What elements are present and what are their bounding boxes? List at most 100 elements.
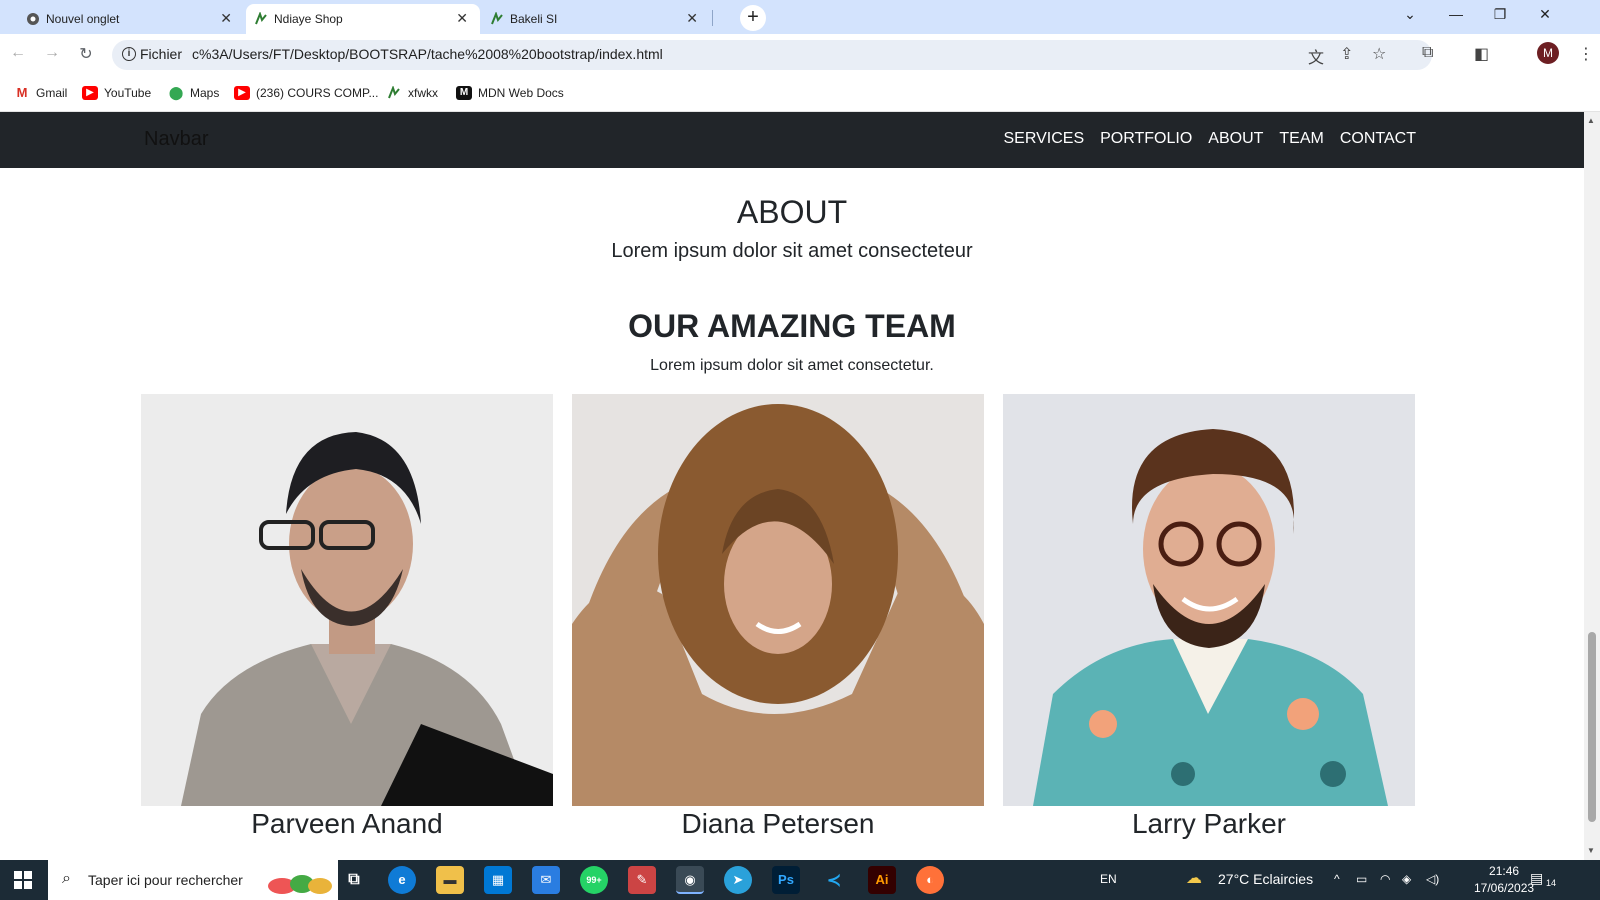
team-member-photo [572, 394, 984, 806]
taskbar-search-box[interactable]: ⌕ Taper ici pour rechercher [48, 860, 338, 900]
nav-link-services[interactable]: SERVICES [1003, 130, 1084, 148]
tab-bakeli[interactable]: Bakeli SI ✕ [482, 4, 710, 34]
windows-start-icon[interactable] [14, 871, 32, 889]
about-subtitle: Lorem ipsum dolor sit amet consecteteur [611, 240, 973, 262]
firefox-icon[interactable]: ◐ [916, 866, 944, 894]
close-tab-icon[interactable]: ✕ [686, 10, 698, 27]
volume-icon[interactable]: ◁) [1426, 872, 1439, 886]
page-viewport: Navbar SERVICES PORTFOLIO ABOUT TEAM CON… [0, 112, 1584, 860]
team-member-name: Parveen Anand [251, 808, 443, 839]
team-member-name: Larry Parker [1131, 808, 1287, 839]
page-scrollbar[interactable]: ▲ ▼ [1584, 112, 1600, 860]
telegram-icon[interactable]: ➤ [724, 866, 752, 894]
mdn-icon: M [456, 86, 472, 100]
nav-link-contact[interactable]: CONTACT [1340, 130, 1416, 148]
battery-icon[interactable]: ▭ [1356, 872, 1367, 886]
task-view-icon[interactable]: ⧉ [340, 866, 368, 894]
bookmark-mdn[interactable]: M MDN Web Docs [456, 86, 564, 100]
scroll-up-icon[interactable]: ▲ [1587, 116, 1595, 125]
close-tab-icon[interactable]: ✕ [220, 10, 232, 27]
browser-toolbar: ← → ↻ i Fichier c%3A/Users/FT/Desktop/BO… [0, 34, 1600, 76]
microsoft-store-icon[interactable]: ▦ [484, 866, 512, 894]
address-bar[interactable]: i Fichier c%3A/Users/FT/Desktop/BOOTSRAP… [112, 40, 1432, 70]
close-window-icon[interactable]: ✕ [1535, 6, 1555, 23]
clock-date: 17/06/2023 [1474, 881, 1535, 895]
bookmark-xfwkx[interactable]: xfwkx [386, 86, 438, 100]
whatsapp-icon[interactable]: 99+ [580, 866, 608, 894]
edge-icon[interactable]: e [388, 866, 416, 894]
bookmarks-bar: M Gmail ▶ YouTube ⬤ Maps ▶ (236) COURS C… [0, 76, 1600, 112]
team-member-name: Diana Petersen [681, 808, 875, 839]
nav-link-portfolio[interactable]: PORTFOLIO [1100, 130, 1192, 148]
share-icon[interactable]: ⇪ [1340, 44, 1353, 64]
side-panel-icon[interactable]: ◧ [1474, 44, 1489, 64]
team-heading: OUR AMAZING TEAM [628, 308, 956, 344]
gmail-icon: M [16, 85, 28, 100]
bookmark-star-icon[interactable]: ☆ [1372, 44, 1386, 64]
minimize-icon[interactable]: — [1446, 6, 1466, 22]
bookmark-cours[interactable]: ▶ (236) COURS COMP... [234, 86, 378, 100]
youtube-icon: ▶ [234, 86, 250, 100]
vscode-icon[interactable]: ≺ [820, 866, 848, 894]
address-url[interactable]: c%3A/Users/FT/Desktop/BOOTSRAP/tache%200… [192, 46, 663, 62]
scroll-down-icon[interactable]: ▼ [1587, 846, 1595, 855]
tab-title: Bakeli SI [510, 12, 558, 26]
language-indicator[interactable]: EN [1100, 872, 1117, 886]
site-navbar: Navbar SERVICES PORTFOLIO ABOUT TEAM CON… [0, 112, 1584, 168]
taskbar-clock[interactable]: 21:46 17/06/2023 [1474, 863, 1534, 897]
portrait-woman-curly-hair-image [572, 394, 984, 806]
taskbar-search-placeholder: Taper ici pour rechercher [88, 872, 243, 888]
team-member-card: Diana Petersen [572, 394, 984, 840]
bookmark-label: Maps [190, 86, 220, 100]
site-favicon-icon [255, 12, 267, 25]
whatsapp-badge: 99+ [586, 875, 602, 885]
bookmark-label: MDN Web Docs [478, 86, 564, 100]
tab-strip: Nouvel onglet ✕ Ndiaye Shop ✕ Bakeli SI … [0, 0, 1600, 34]
tray-chevron-icon[interactable]: ^ [1334, 872, 1340, 886]
bookmark-youtube[interactable]: ▶ YouTube [82, 86, 151, 100]
mail-icon[interactable]: ✉ [532, 866, 560, 894]
close-tab-icon[interactable]: ✕ [456, 10, 468, 27]
site-favicon-icon [388, 86, 400, 99]
scrollbar-thumb[interactable] [1588, 632, 1596, 822]
back-icon[interactable]: ← [8, 44, 28, 62]
clock-time: 21:46 [1489, 864, 1520, 878]
team-member-card: Larry Parker [1003, 394, 1415, 840]
profile-avatar[interactable]: M [1537, 42, 1559, 64]
forward-icon[interactable]: → [42, 44, 62, 62]
meet-now-icon[interactable]: ◈ [1402, 872, 1411, 886]
translate-icon[interactable]: 文 [1308, 44, 1324, 68]
photoshop-icon[interactable]: Ps [772, 866, 800, 894]
bookmark-label: (236) COURS COMP... [256, 86, 379, 100]
weather-text[interactable]: 27°C Eclaircies [1218, 871, 1313, 887]
new-tab-button[interactable]: + [740, 5, 766, 31]
portrait-man-floral-shirt-image [1003, 394, 1415, 806]
bookmark-maps[interactable]: ⬤ Maps [168, 85, 220, 101]
extensions-icon[interactable]: ⧉ [1422, 44, 1433, 62]
reload-icon[interactable]: ↻ [76, 44, 96, 64]
illustrator-icon[interactable]: Ai [868, 866, 896, 894]
windows-taskbar: ⌕ Taper ici pour rechercher ⧉ e ▬ ▦ ✉ 99… [0, 860, 1600, 900]
bookmark-label: xfwkx [408, 86, 438, 100]
nav-link-about[interactable]: ABOUT [1208, 130, 1263, 148]
maps-pin-icon: ⬤ [168, 85, 184, 100]
search-highlight-icon [268, 875, 332, 894]
nav-link-team[interactable]: TEAM [1279, 130, 1323, 148]
notification-icon[interactable]: ▤ [1530, 870, 1543, 887]
info-icon[interactable]: i [122, 47, 136, 61]
tab-new-tab[interactable]: Nouvel onglet ✕ [18, 4, 244, 34]
bookmark-gmail[interactable]: M Gmail [14, 85, 68, 101]
paint-icon[interactable]: ✎ [628, 866, 656, 894]
menu-icon[interactable]: ⋮ [1578, 44, 1594, 64]
navbar-brand[interactable]: Navbar [144, 128, 208, 151]
site-info-chip[interactable]: Fichier [140, 46, 182, 62]
site-favicon-icon [491, 12, 503, 25]
file-explorer-icon[interactable]: ▬ [436, 866, 464, 894]
tab-search-icon[interactable]: ⌄ [1400, 6, 1420, 23]
chrome-icon [27, 13, 39, 25]
wifi-icon[interactable]: ◠ [1380, 872, 1390, 886]
notification-count: 14 [1546, 878, 1557, 888]
chrome-taskbar-icon[interactable]: ◉ [676, 866, 704, 894]
restore-icon[interactable]: ❐ [1490, 6, 1510, 23]
tab-ndiaye-shop[interactable]: Ndiaye Shop ✕ [246, 4, 480, 34]
